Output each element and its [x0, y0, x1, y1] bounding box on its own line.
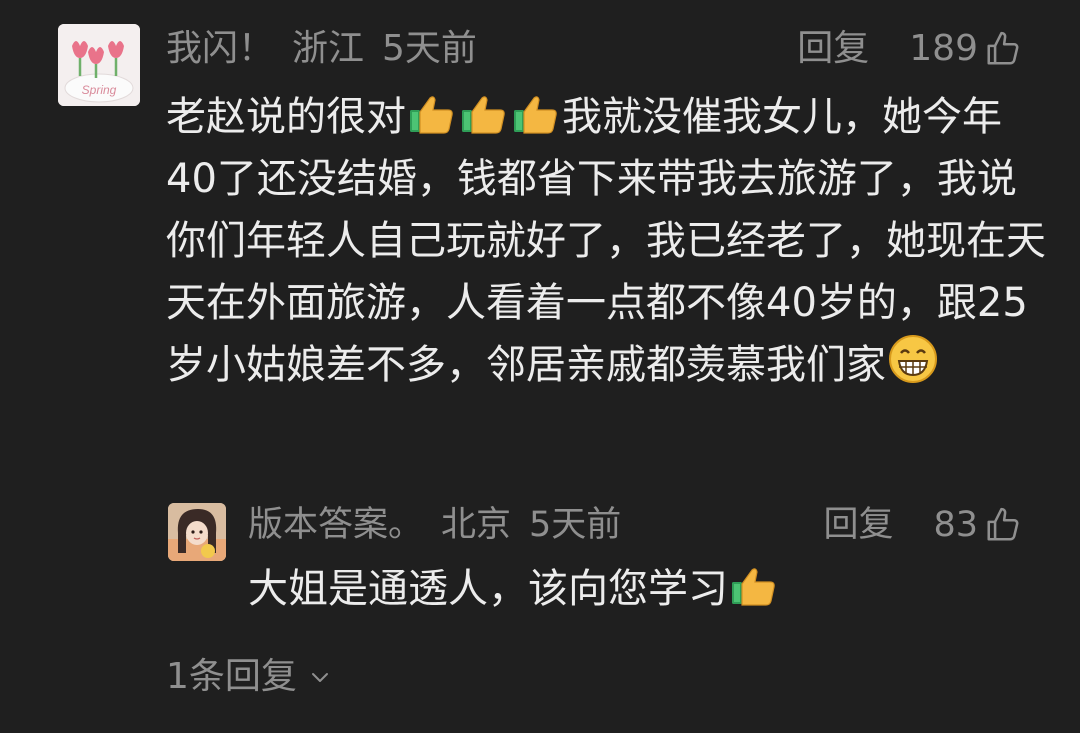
- main-time: 5天前: [382, 28, 477, 69]
- main-comment-actions: 回复 189: [797, 24, 1022, 74]
- avatar-spring-text: Spring: [82, 83, 117, 97]
- reply-comment-meta: 版本答案。 北京 5天前: [248, 500, 639, 550]
- main-location: 浙江: [292, 28, 365, 69]
- avatar-main-user[interactable]: Spring: [58, 24, 140, 106]
- thumbs-up-emoji-4: [732, 568, 775, 606]
- tulip-avatar-image: Spring: [58, 24, 140, 106]
- thumbs-up-icon[interactable]: [984, 30, 1022, 68]
- reply-like-count: 83: [933, 505, 978, 545]
- thumbs-up-emoji-3: [514, 96, 557, 134]
- reply-comment-actions: 回复 83: [823, 500, 1022, 550]
- main-comment-text: 老赵说的很对 我就没催我女儿，她今年40了还没结婚，钱都省下来带我去旅游了，我说你…: [166, 86, 1046, 396]
- thumbs-up-emoji-1: [410, 96, 453, 134]
- main-comment-text-start: 老赵说的很对: [166, 94, 406, 140]
- thumbs-up-icon[interactable]: [984, 506, 1022, 544]
- girl-avatar-image: [168, 503, 226, 561]
- reply-location: 北京: [441, 505, 512, 545]
- reply-comment-text-body: 大姐是通透人，该向您学习: [248, 566, 728, 612]
- chevron-down-icon: [311, 673, 328, 682]
- reply-comment-text: 大姐是通透人，该向您学习: [248, 558, 1048, 620]
- avatar-reply-user[interactable]: [168, 503, 226, 561]
- main-reply-button[interactable]: 回复: [797, 24, 869, 74]
- reply-time: 5天前: [529, 505, 622, 545]
- reply-reply-button[interactable]: 回复: [823, 500, 893, 550]
- expand-replies-label: 1条回复: [166, 656, 297, 697]
- main-username[interactable]: 我闪！: [166, 28, 274, 69]
- grinning-face-emoji: [889, 335, 937, 383]
- expand-replies-button[interactable]: 1条回复: [166, 650, 331, 704]
- main-comment-meta: 我闪！ 浙江 5天前: [166, 24, 495, 74]
- main-like-count: 189: [909, 28, 978, 69]
- reply-username[interactable]: 版本答案。: [248, 505, 423, 545]
- thumbs-up-emoji-2: [462, 96, 505, 134]
